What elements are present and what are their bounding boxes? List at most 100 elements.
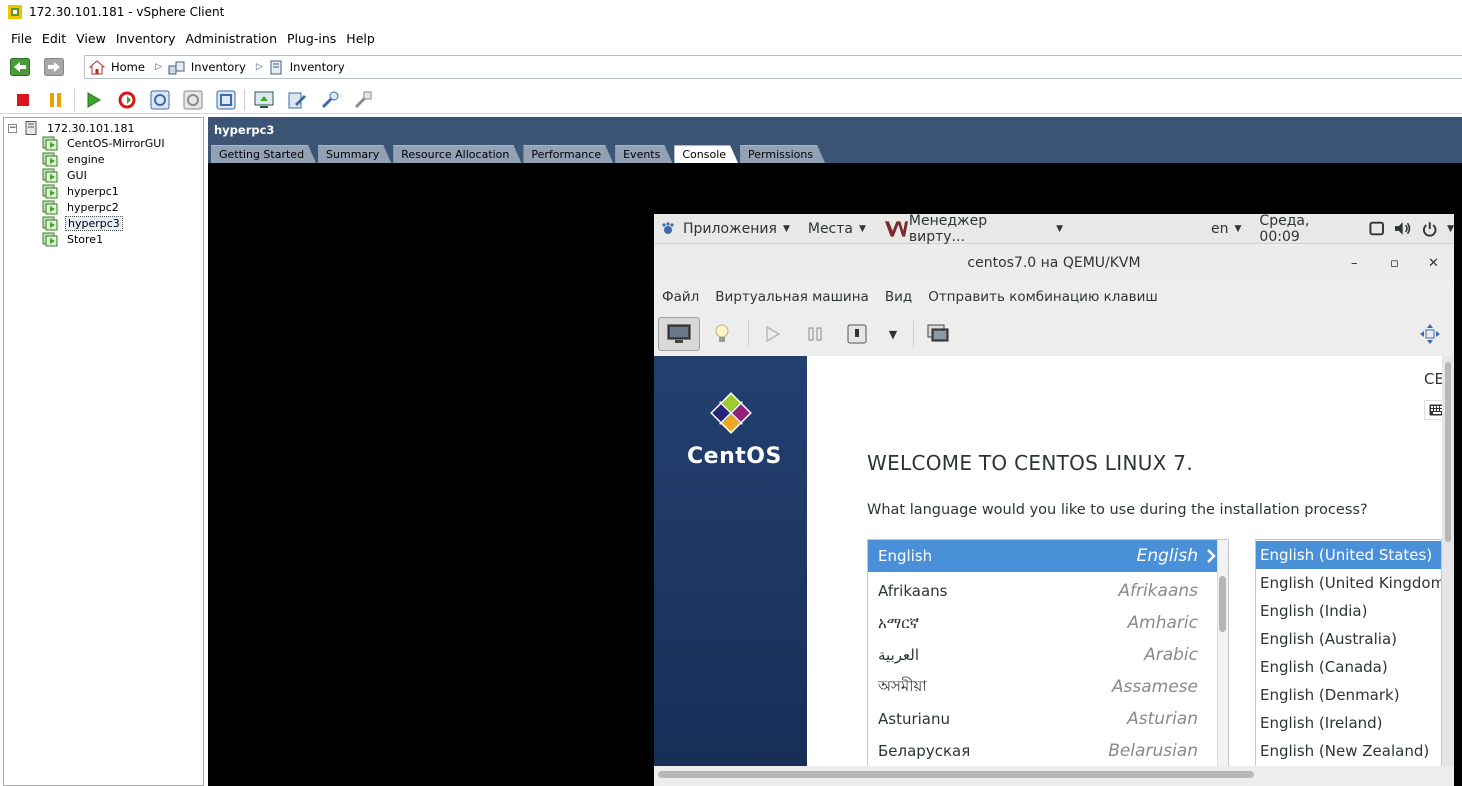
tree-item-vm[interactable]: hyperpc2 — [42, 199, 121, 215]
menu-file[interactable]: File — [6, 31, 37, 46]
language-list[interactable]: English English Afrikaans Afrikaans አማርኛ… — [867, 539, 1229, 766]
tab-getting-started[interactable]: Getting Started — [211, 145, 316, 163]
language-row[interactable]: አማርኛ Amharic — [868, 607, 1218, 639]
breadcrumb-separator-icon: ▷ — [255, 62, 263, 72]
clone-button[interactable] — [352, 89, 374, 111]
language-row[interactable]: Беларуская Belarusian — [868, 735, 1218, 766]
language-row[interactable]: العربية Arabic — [868, 639, 1218, 671]
suspend-button[interactable] — [45, 89, 67, 111]
language-list-scroll-thumb[interactable] — [1219, 576, 1226, 632]
forward-arrow-icon — [44, 58, 64, 76]
active-window-menu[interactable]: Менеджер вирту... ▼ — [884, 214, 1063, 245]
back-button[interactable] — [9, 57, 31, 77]
locale-row[interactable]: English (Ireland) — [1256, 709, 1441, 737]
console-button[interactable] — [253, 89, 275, 111]
breadcrumb-separator-icon: ▷ — [154, 62, 162, 72]
vmm-menu-send-key[interactable]: Отправить комбинацию клавиш — [928, 289, 1158, 305]
menu-view[interactable]: View — [71, 31, 111, 46]
pause-button[interactable] — [795, 317, 835, 351]
collapse-icon[interactable]: − — [8, 123, 17, 133]
tree-item-vm[interactable]: GUI — [42, 167, 89, 183]
breadcrumb-inventory-1[interactable]: Inventory — [168, 60, 246, 75]
menu-help[interactable]: Help — [341, 31, 380, 46]
show-details-button[interactable] — [702, 317, 742, 351]
migrate-button[interactable] — [319, 89, 341, 111]
language-row[interactable]: অসমীয়া Assamese — [868, 671, 1218, 703]
reset-button[interactable] — [116, 89, 138, 111]
forward-button[interactable] — [43, 57, 65, 77]
power-icon[interactable] — [1422, 221, 1437, 237]
locale-row[interactable]: English (Australia) — [1256, 625, 1441, 653]
places-menu[interactable]: Места ▼ — [808, 221, 866, 237]
tree-item-vm[interactable]: CentOS-MirrorGUI — [42, 135, 167, 151]
pause-icon — [50, 92, 61, 107]
console-icon — [254, 91, 274, 108]
tree-root-host[interactable]: − 172.30.101.181 — [8, 121, 134, 135]
tree-item-vm-selected[interactable]: hyperpc3 — [42, 215, 123, 231]
clock[interactable]: Среда, 00:09 — [1259, 214, 1350, 245]
tab-permissions[interactable]: Permissions — [740, 145, 825, 163]
language-list-scrollbar[interactable] — [1217, 540, 1228, 766]
keyboard-layout-indicator[interactable]: en ▼ — [1211, 221, 1241, 237]
snapshot-manager-button[interactable] — [215, 89, 237, 111]
chevron-down-icon[interactable]: ▼ — [1447, 224, 1454, 234]
minimize-button[interactable]: – — [1351, 245, 1358, 281]
locale-row[interactable]: English (United Kingdom) — [1256, 569, 1441, 597]
edit-settings-button[interactable] — [286, 89, 308, 111]
clone-icon — [354, 91, 372, 108]
tab-resource-allocation[interactable]: Resource Allocation — [393, 145, 521, 163]
power-on-button[interactable] — [83, 89, 105, 111]
installer-vertical-scrollbar[interactable] — [1442, 356, 1454, 766]
snapshot-button[interactable] — [149, 89, 171, 111]
run-button[interactable] — [753, 317, 793, 351]
breadcrumb-home[interactable]: Home — [89, 59, 145, 75]
menu-administration[interactable]: Administration — [181, 31, 282, 46]
locale-row[interactable]: English (Canada) — [1256, 653, 1441, 681]
menu-edit[interactable]: Edit — [37, 31, 71, 46]
applications-menu[interactable]: Приложения ▼ — [660, 221, 790, 237]
volume-icon[interactable] — [1394, 221, 1411, 236]
maximize-button[interactable]: ▫ — [1390, 245, 1399, 281]
tree-item-vm[interactable]: Store1 — [42, 231, 105, 247]
toolbar-separator — [74, 88, 75, 111]
shutdown-icon — [847, 324, 867, 344]
fullscreen-button[interactable] — [1410, 317, 1450, 351]
vmm-menu-view[interactable]: Вид — [885, 289, 912, 305]
tree-item-vm[interactable]: hyperpc1 — [42, 183, 121, 199]
vertical-scroll-thumb[interactable] — [1445, 362, 1451, 542]
tab-console[interactable]: Console — [674, 145, 738, 163]
locale-row[interactable]: English (New Zealand) — [1256, 737, 1441, 765]
snapshots-button[interactable] — [918, 317, 958, 351]
breadcrumb-inventory-2[interactable]: Inventory — [269, 60, 345, 75]
shutdown-button[interactable] — [837, 317, 877, 351]
shutdown-options-dropdown[interactable]: ▼ — [879, 317, 907, 351]
language-row[interactable]: Afrikaans Afrikaans — [868, 575, 1218, 607]
tab-summary[interactable]: Summary — [318, 145, 391, 163]
locale-row[interactable]: English (India) — [1256, 597, 1441, 625]
locale-list[interactable]: English (United States) English (United … — [1255, 539, 1442, 766]
console-horizontal-scrollbar[interactable] — [654, 766, 1454, 786]
locale-row-selected[interactable]: English (United States) — [1256, 541, 1441, 569]
vmm-menu-virtual-machine[interactable]: Виртуальная машина — [715, 289, 869, 305]
stop-icon — [17, 93, 29, 106]
vmm-window-title: centos7.0 на QEMU/KVM — [967, 255, 1141, 271]
vm-tabs: Getting Started Summary Resource Allocat… — [211, 145, 827, 163]
installer-main: CE WELCOME TO CENTOS LINUX 7. What langu… — [807, 356, 1454, 766]
fullscreen-icon — [1420, 324, 1440, 344]
menu-inventory[interactable]: Inventory — [111, 31, 181, 46]
show-console-button[interactable] — [658, 317, 700, 351]
language-row-selected[interactable]: English English — [868, 540, 1218, 572]
window-switcher-icon[interactable] — [1369, 221, 1384, 236]
close-button[interactable]: ✕ — [1428, 245, 1439, 281]
vmm-menu-file[interactable]: Файл — [662, 289, 699, 305]
tree-item-vm[interactable]: engine — [42, 151, 107, 167]
power-off-button[interactable] — [12, 89, 34, 111]
revert-snapshot-button[interactable] — [182, 89, 204, 111]
vm-powered-on-icon — [42, 168, 58, 182]
horizontal-scroll-thumb[interactable] — [658, 771, 1254, 778]
tab-events[interactable]: Events — [615, 145, 672, 163]
locale-row[interactable]: English (Denmark) — [1256, 681, 1441, 709]
language-row[interactable]: Asturianu Asturian — [868, 703, 1218, 735]
tab-performance[interactable]: Performance — [523, 145, 613, 163]
menu-plugins[interactable]: Plug-ins — [282, 31, 341, 46]
